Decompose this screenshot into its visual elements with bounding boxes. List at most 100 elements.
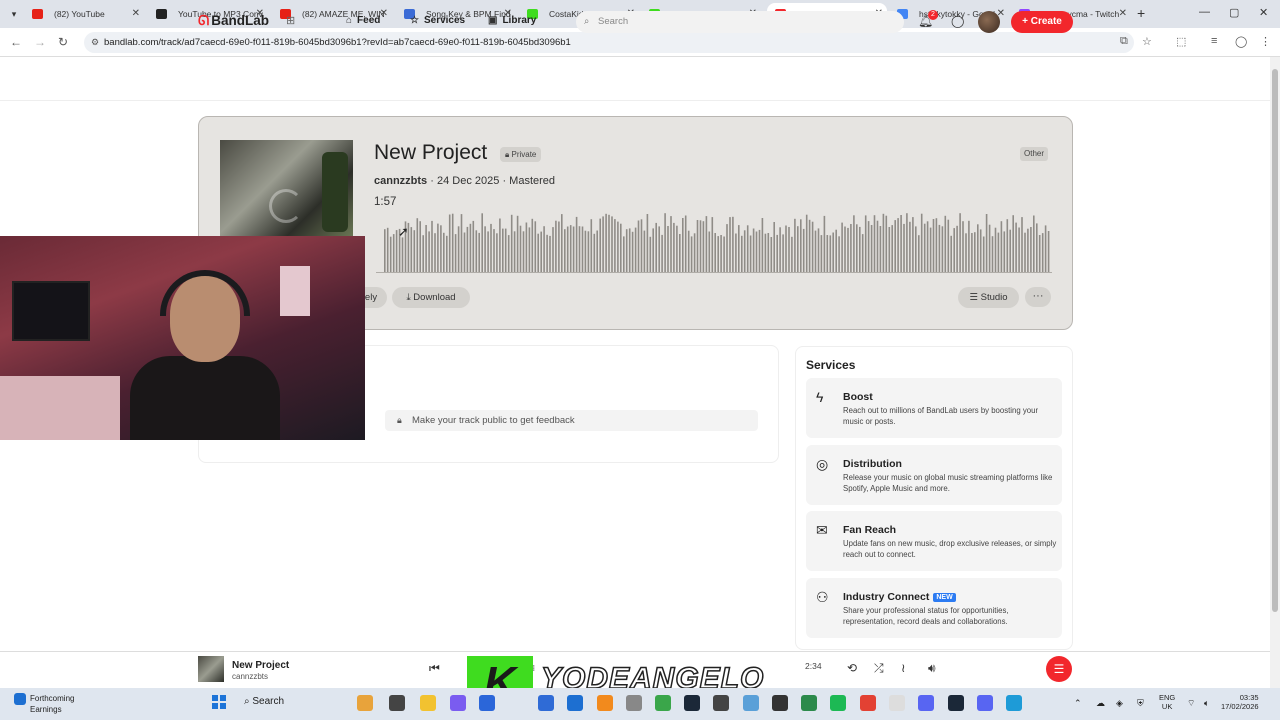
install-app-icon[interactable]: ⧉: [1120, 35, 1128, 48]
waveform-bar: [974, 232, 976, 273]
store-icon[interactable]: [479, 695, 495, 711]
search-input[interactable]: ⌕ Search: [576, 11, 904, 33]
waveform-bar: [572, 226, 575, 273]
genre-tag[interactable]: Other: [1020, 147, 1049, 161]
vlc-icon[interactable]: [597, 695, 613, 711]
waveform-bar: [640, 219, 643, 273]
player-thumbnail[interactable]: [198, 656, 224, 682]
studio-button[interactable]: ☰ Studio: [958, 287, 1019, 308]
windows-start-icon[interactable]: [212, 695, 226, 709]
scrollbar-thumb[interactable]: [1272, 69, 1278, 612]
taskbar-app-icon[interactable]: [357, 695, 373, 711]
new-tab-button[interactable]: +: [1137, 5, 1145, 21]
chrome-icon[interactable]: [860, 695, 876, 711]
nav-feed[interactable]: ⌂ Feed: [346, 15, 380, 26]
spotify-icon[interactable]: [830, 695, 846, 711]
app-icon[interactable]: [801, 695, 817, 711]
notepad-icon[interactable]: [889, 695, 905, 711]
service-card-distribution[interactable]: ◎ Distribution Release your music on globa…: [806, 445, 1062, 505]
nav-library[interactable]: ▣ Library: [488, 15, 536, 26]
tray-chevron-icon[interactable]: ⌃: [1074, 698, 1082, 709]
service-card-fan-reach[interactable]: ✉ Fan Reach Update fans on new music, drop…: [806, 511, 1062, 571]
file-explorer-icon[interactable]: [389, 695, 405, 711]
download-label: Download: [413, 292, 456, 303]
track-cover-image[interactable]: [220, 140, 353, 240]
track-artist-link[interactable]: cannzzbts: [374, 175, 427, 187]
track-title: New Project: [374, 141, 488, 164]
waveform-bar: [634, 227, 637, 273]
taskbar-widget[interactable]: Forthcoming Earnings: [14, 693, 74, 715]
service-card-industry-connect[interactable]: ⚇ Industry Connect NEW Share your professio…: [806, 578, 1062, 638]
app-icon[interactable]: [772, 695, 788, 711]
studio-label: Studio: [980, 292, 1008, 303]
volume-icon[interactable]: 🔊︎: [928, 661, 936, 676]
app-icon[interactable]: [743, 695, 759, 711]
plus-icon: +: [1022, 16, 1031, 27]
browser-tab[interactable]: (82) YouTube ✕: [24, 3, 144, 25]
feedback-notice: 🔒︎ Make your track public to get feedback: [385, 410, 758, 431]
player-artist[interactable]: cannzzbts: [232, 672, 268, 681]
waveform-bar: [785, 225, 787, 273]
player-title[interactable]: New Project: [232, 660, 289, 671]
app-icon[interactable]: [655, 695, 671, 711]
waveform-bar: [856, 224, 858, 273]
calculator-icon[interactable]: [538, 695, 554, 711]
create-button[interactable]: + Create: [1011, 11, 1073, 33]
tray-app-icon[interactable]: ◈: [1116, 698, 1123, 709]
waveform-bar: [915, 226, 917, 273]
repeat-icon[interactable]: ⟲: [847, 661, 857, 675]
app-icon[interactable]: [713, 695, 729, 711]
waveform-bar: [1006, 219, 1009, 273]
minimize-icon[interactable]: —: [1199, 6, 1210, 18]
app-icon[interactable]: [977, 695, 993, 711]
page-scrollbar[interactable]: [1270, 57, 1280, 688]
service-card-boost[interactable]: ϟ Boost Reach out to millions of BandLab u…: [806, 378, 1062, 438]
maximize-icon[interactable]: ▢: [1229, 6, 1239, 19]
close-tab-icon[interactable]: ✕: [132, 3, 140, 25]
shuffle-icon[interactable]: ⤮: [874, 661, 884, 676]
bookmark-star-icon[interactable]: ☆: [1142, 35, 1152, 48]
discord-icon[interactable]: [918, 695, 934, 711]
previous-track-icon[interactable]: ⏮: [429, 661, 440, 676]
extensions-icon[interactable]: ⬚: [1176, 35, 1186, 48]
close-window-icon[interactable]: ✕: [1259, 6, 1268, 19]
messages-icon[interactable]: ◯: [951, 14, 964, 28]
copilot-icon[interactable]: [450, 695, 466, 711]
folder-icon[interactable]: [420, 695, 436, 711]
taskbar-search[interactable]: ⌕ Search: [244, 696, 284, 707]
steam-icon[interactable]: [684, 695, 700, 711]
browser-menu-icon[interactable]: ⋮: [1260, 35, 1271, 48]
pitch-icon[interactable]: ≀: [901, 661, 906, 675]
close-tab-icon[interactable]: ✕: [1119, 3, 1127, 25]
forward-icon[interactable]: →: [34, 35, 46, 49]
waveform-bar: [384, 229, 386, 273]
taskbar-clock[interactable]: 03:35 17/02/2026: [1221, 693, 1259, 711]
apps-grid-icon[interactable]: ⊞: [286, 14, 295, 27]
download-button[interactable]: ⤓ Download: [392, 287, 470, 308]
speaker-icon[interactable]: 🔈︎: [1204, 698, 1209, 709]
queue-button[interactable]: ☰: [1046, 656, 1072, 682]
edge-icon[interactable]: [1006, 695, 1022, 711]
site-info-icon[interactable]: ⚙: [91, 32, 99, 53]
back-icon[interactable]: ←: [10, 35, 22, 49]
reading-list-icon[interactable]: ≡: [1211, 35, 1217, 47]
reload-icon[interactable]: ↻: [58, 35, 68, 49]
outlook-icon[interactable]: [567, 695, 583, 711]
tray-cloud-icon[interactable]: ☁: [1096, 698, 1105, 709]
waveform-bar: [667, 226, 669, 273]
tab-search-dropdown-icon[interactable]: ▾: [6, 6, 22, 22]
waveform-bar: [410, 227, 413, 273]
profile-icon[interactable]: ◯: [1235, 35, 1247, 48]
tray-shield-icon[interactable]: ⛨: [1137, 698, 1144, 709]
bandlab-logo[interactable]: ᘏ BandLab: [198, 13, 269, 29]
app-icon[interactable]: [626, 695, 642, 711]
language-indicator[interactable]: ENG UK: [1159, 693, 1175, 711]
steam-icon[interactable]: [948, 695, 964, 711]
close-tab-icon[interactable]: ✕: [380, 3, 388, 25]
waveform[interactable]: [376, 213, 1052, 275]
user-avatar[interactable]: [978, 11, 1000, 33]
more-options-button[interactable]: ···: [1025, 287, 1051, 307]
wifi-icon[interactable]: ⌔: [1187, 698, 1195, 709]
url-field[interactable]: ⚙ bandlab.com/track/ad7caecd-69e0-f011-8…: [84, 32, 1134, 53]
nav-services[interactable]: ☆ Services: [410, 15, 465, 26]
